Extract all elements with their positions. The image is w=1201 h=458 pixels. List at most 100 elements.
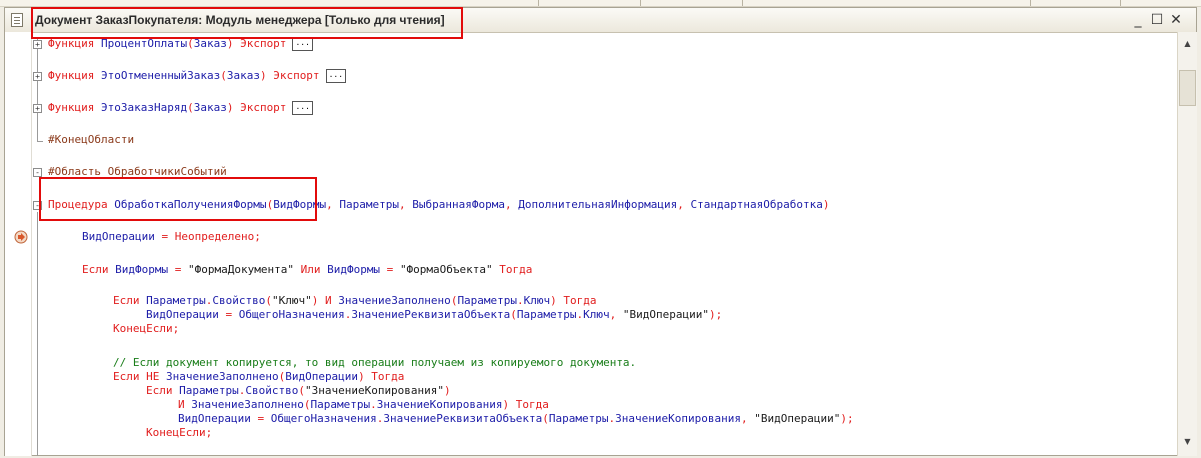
code-token: ОбщегоНазначения [270, 412, 377, 425]
code-line[interactable]: #Область ОбработчикиСобытий [48, 165, 227, 179]
code-line[interactable]: // Если документ копируется, то вид опер… [113, 356, 636, 370]
fold-end-hook [37, 141, 43, 142]
code-token: ( [220, 69, 227, 82]
code-line[interactable]: Функция ПроцентОплаты(Заказ) Экспорт... [48, 37, 313, 51]
code-line[interactable]: Функция ЭтоОтмененныйЗаказ(Заказ) Экспор… [48, 69, 347, 83]
code-line[interactable]: КонецЕсли; [146, 426, 212, 440]
code-token: ) [444, 384, 451, 397]
code-line[interactable]: Если Параметры.Свойство("ЗначениеКопиров… [146, 384, 451, 398]
code-token: ВидФормы [115, 263, 169, 276]
code-token: ) Экспорт [226, 101, 287, 114]
code-token: Параметры [179, 384, 239, 397]
code-line[interactable]: И ЗначениеЗаполнено(Параметры.ЗначениеКо… [178, 398, 549, 412]
maximize-button[interactable]: ☐ [1148, 11, 1166, 29]
code-line[interactable]: Процедура ОбработкаПолученияФормы(ВидФор… [48, 198, 830, 212]
code-token: , [505, 198, 519, 211]
code-token: Если [82, 263, 116, 276]
code-token: #Область ОбработчикиСобытий [48, 165, 227, 178]
code-token: "ЗначениеКопирования" [304, 384, 445, 397]
code-token: ВыбраннаяФорма [412, 198, 505, 211]
scroll-up-icon[interactable]: ▲ [1178, 36, 1197, 52]
vertical-scrollbar[interactable]: ▲ ▼ [1177, 32, 1197, 456]
code-token: ПроцентОплаты [100, 37, 188, 50]
code-line[interactable]: #КонецОбласти [48, 133, 134, 147]
code-token: ВидФормы [327, 263, 381, 276]
code-token: "ВидОперации" [754, 412, 841, 425]
code-token: ВидОперации [178, 412, 251, 425]
code-token: ВидОперации [285, 370, 359, 383]
code-token: ) Экспорт [259, 69, 320, 82]
code-line[interactable]: Если Параметры. Свойство("Ключ") И Значен… [113, 294, 597, 308]
fold-guide-line [37, 212, 38, 456]
code-token: = [380, 263, 400, 276]
code-token: Параметры [146, 294, 206, 307]
code-token: ( [187, 101, 194, 114]
code-token: Заказ [193, 101, 227, 114]
code-token: "ВидОперации" [622, 308, 709, 321]
window-title: Документ ЗаказПокупателя: Модуль менедже… [35, 13, 445, 27]
code-token: ОбработкаПолученияФормы [114, 198, 267, 211]
code-area[interactable]: + Функция ПроцентОплаты(Заказ) Экспорт...… [5, 32, 1177, 456]
code-token: ВидОперации [146, 308, 219, 321]
collapsed-block-button[interactable]: ... [292, 101, 313, 115]
separator [742, 0, 743, 6]
separator [640, 0, 641, 6]
code-token: Или [293, 263, 328, 276]
code-token: ЭтоОтмененныйЗаказ [100, 69, 221, 82]
code-line[interactable]: Если НЕ ЗначениеЗаполнено(ВидОперации) Т… [113, 370, 404, 384]
current-line-arrow-icon [14, 230, 28, 244]
code-line[interactable]: КонецЕсли; [113, 322, 179, 336]
code-token: ЗначениеЗаполнено [338, 294, 451, 307]
scrollbar-thumb[interactable] [1179, 70, 1196, 106]
collapsed-block-button[interactable]: ... [292, 37, 313, 51]
title-bar[interactable]: Документ ЗаказПокупателя: Модуль менедже… [5, 8, 1196, 33]
code-line[interactable]: Если ВидФормы = "ФормаДокумента" Или Вид… [82, 263, 532, 277]
code-token: Ключ [523, 294, 551, 307]
code-token: Заказ [193, 37, 227, 50]
code-token: ) И [311, 294, 339, 307]
code-token: Параметры [548, 412, 609, 425]
close-button[interactable]: ✕ [1167, 11, 1185, 29]
code-token: ОбщегоНазначения [238, 308, 345, 321]
document-icon [11, 13, 23, 27]
code-line[interactable]: Функция ЭтоЗаказНаряд(Заказ) Экспорт... [48, 101, 313, 115]
code-token: КонецЕсли; [113, 322, 180, 335]
code-line[interactable]: ВидОперации = ОбщегоНазначения.ЗначениеР… [146, 308, 722, 322]
collapse-icon[interactable]: - [33, 201, 42, 210]
code-token: ВидФормы [273, 198, 327, 211]
code-token: ЗначениеЗаполнено [191, 398, 304, 411]
expand-icon[interactable]: + [33, 104, 42, 113]
code-token: ЗначениеРеквизитаОбъекта [351, 308, 511, 321]
code-token: , [326, 198, 340, 211]
code-token: ( [298, 384, 305, 397]
code-token: ) [822, 198, 830, 211]
code-line[interactable]: ВидОперации = Неопределено; [82, 230, 261, 244]
code-token: Функция [48, 69, 101, 82]
minimize-button[interactable]: _ [1129, 11, 1147, 29]
code-token: ( [265, 294, 272, 307]
code-token: Если [146, 384, 180, 397]
code-token: ( [542, 412, 549, 425]
collapse-icon[interactable]: - [33, 168, 42, 177]
separator [1030, 0, 1031, 6]
code-token: Заказ [226, 69, 260, 82]
code-token: , [740, 412, 755, 425]
scroll-down-icon[interactable]: ▼ [1178, 434, 1197, 450]
expand-icon[interactable]: + [33, 40, 42, 49]
collapsed-block-button[interactable]: ... [325, 69, 347, 83]
code-token: ДополнительнаяИнформация [518, 198, 678, 211]
code-token: = Неопределено; [154, 230, 261, 243]
code-token: СтандартнаяОбработка [690, 198, 823, 211]
code-token: Если НЕ [113, 370, 166, 383]
code-token: #КонецОбласти [48, 133, 135, 146]
code-line[interactable]: ВидОперации = ОбщегоНазначения.ЗначениеР… [178, 412, 854, 426]
code-token: "Ключ" [271, 294, 312, 307]
code-token: ) Тогда [550, 294, 597, 307]
code-token: "ФормаДокумента" [187, 263, 294, 276]
code-token: , [677, 198, 691, 211]
code-token: ЗначениеРеквизитаОбъекта [383, 412, 543, 425]
code-token: Параметры [310, 398, 371, 411]
code-token: КонецЕсли; [146, 426, 213, 439]
code-token: Функция [48, 37, 101, 50]
expand-icon[interactable]: + [33, 72, 42, 81]
